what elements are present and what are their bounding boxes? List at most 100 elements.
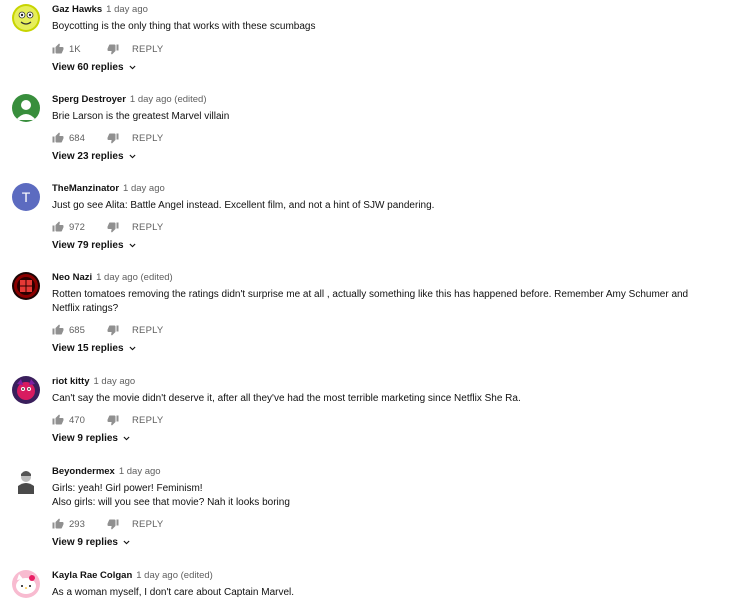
comment-header: riot kitty 1 day ago	[52, 376, 135, 388]
chevron-down-icon	[128, 344, 137, 353]
thumbs-down-icon[interactable]	[107, 132, 119, 144]
comment-time[interactable]: 1 day ago	[123, 183, 165, 194]
comment-time[interactable]: 1 day ago	[119, 466, 161, 477]
reply-button[interactable]: REPLY	[132, 133, 163, 144]
smiley-face-icon	[12, 4, 40, 32]
view-replies-label: View 15 replies	[52, 343, 124, 354]
comment-actions: 293 REPLY	[52, 517, 163, 531]
comment-thread: Neo Nazi 1 day ago (edited) Rotten tomato…	[0, 272, 736, 362]
comment-time[interactable]: 1 day ago (edited)	[136, 570, 213, 581]
view-replies-button[interactable]: View 60 replies	[52, 62, 137, 73]
comment-thread: T TheManzinator 1 day ago Just go see Ali…	[0, 183, 736, 259]
avatar[interactable]	[12, 466, 40, 494]
like-count: 685	[69, 324, 85, 336]
comment-header: Gaz Hawks 1 day ago	[52, 4, 148, 16]
view-replies-button[interactable]: View 9 replies	[52, 433, 131, 444]
comment-header: Neo Nazi 1 day ago (edited)	[52, 272, 173, 284]
thumbs-up-icon[interactable]	[52, 414, 64, 426]
reply-button[interactable]: REPLY	[132, 222, 163, 233]
comment-header: TheManzinator 1 day ago	[52, 183, 165, 195]
comment-line: Brie Larson is the greatest Marvel villa…	[52, 111, 230, 122]
comment-line: Boycotting is the only thing that works …	[52, 21, 316, 32]
avatar[interactable]	[12, 570, 40, 598]
avatar[interactable]	[12, 272, 40, 300]
like-count: 470	[69, 414, 85, 426]
thumbs-down-icon[interactable]	[107, 518, 119, 530]
comment-actions: 684 REPLY	[52, 131, 163, 145]
comment-actions: 1K REPLY	[52, 42, 163, 56]
thumbs-down-icon[interactable]	[107, 221, 119, 233]
comment-thread: Beyondermex 1 day ago Girls: yeah! Girl p…	[0, 466, 736, 556]
view-replies-button[interactable]: View 9 replies	[52, 537, 131, 548]
view-replies-button[interactable]: View 23 replies	[52, 151, 137, 162]
reply-button[interactable]: REPLY	[132, 325, 163, 336]
comment-header: Beyondermex 1 day ago	[52, 466, 161, 478]
chevron-down-icon	[128, 241, 137, 250]
cartoon-character-icon	[12, 376, 40, 404]
thumbs-down-icon[interactable]	[107, 324, 119, 336]
comment-line: Can't say the movie didn't deserve it, a…	[52, 393, 521, 404]
comment-text: Brie Larson is the greatest Marvel villa…	[52, 110, 712, 124]
author-name[interactable]: Gaz Hawks	[52, 4, 102, 15]
thumbs-up-icon[interactable]	[52, 324, 64, 336]
view-replies-label: View 9 replies	[52, 433, 118, 444]
thumbs-up-icon[interactable]	[52, 221, 64, 233]
like-count: 293	[69, 518, 85, 530]
author-name[interactable]: Kayla Rae Colgan	[52, 570, 132, 581]
reply-button[interactable]: REPLY	[132, 44, 163, 55]
comment-line: As a woman myself, I don't care about Ca…	[52, 587, 295, 598]
comment-thread: riot kitty 1 day ago Can't say the movie …	[0, 376, 736, 452]
comment-thread: Kayla Rae Colgan 1 day ago (edited) As a …	[0, 570, 736, 605]
thumbs-down-icon[interactable]	[107, 414, 119, 426]
windows-logo-icon	[12, 272, 40, 300]
author-name[interactable]: Neo Nazi	[52, 272, 92, 283]
avatar[interactable]	[12, 4, 40, 32]
thumbs-up-icon[interactable]	[52, 43, 64, 55]
reply-button[interactable]: REPLY	[132, 415, 163, 426]
comment-thread: Sperg Destroyer 1 day ago (edited) Brie L…	[0, 94, 736, 170]
comment-text: As a woman myself, I don't care about Ca…	[52, 586, 712, 600]
comment-actions: 972 REPLY	[52, 220, 163, 234]
avatar[interactable]	[12, 94, 40, 122]
comment-header: Sperg Destroyer 1 day ago (edited)	[52, 94, 207, 106]
author-name[interactable]: Sperg Destroyer	[52, 94, 126, 105]
view-replies-label: View 9 replies	[52, 537, 118, 548]
character-portrait-icon	[12, 466, 40, 494]
comment-line: Just go see Alita: Battle Angel instead.…	[52, 200, 435, 211]
chevron-down-icon	[128, 63, 137, 72]
comment-actions: 470 REPLY	[52, 413, 163, 427]
avatar[interactable]: T	[12, 183, 40, 211]
chevron-down-icon	[128, 152, 137, 161]
author-name[interactable]: TheManzinator	[52, 183, 119, 194]
thumbs-up-icon[interactable]	[52, 132, 64, 144]
comment-header: Kayla Rae Colgan 1 day ago (edited)	[52, 570, 213, 582]
avatar-letter: T	[21, 189, 31, 205]
author-name[interactable]: Beyondermex	[52, 466, 115, 477]
author-name[interactable]: riot kitty	[52, 376, 89, 387]
comment-line: Also girls: will you see that movie? Nah…	[52, 497, 290, 508]
comment-actions: 685 REPLY	[52, 323, 163, 337]
view-replies-button[interactable]: View 15 replies	[52, 343, 137, 354]
avatar[interactable]	[12, 376, 40, 404]
comment-text: Can't say the movie didn't deserve it, a…	[52, 392, 712, 406]
comment-time[interactable]: 1 day ago (edited)	[96, 272, 173, 283]
thumbs-up-icon[interactable]	[52, 518, 64, 530]
like-count: 684	[69, 132, 85, 144]
default-user-icon	[12, 94, 40, 122]
comment-text: Boycotting is the only thing that works …	[52, 20, 712, 34]
hello-kitty-icon	[12, 570, 40, 598]
like-count: 1K	[69, 43, 81, 55]
comment-text: Girls: yeah! Girl power! Feminism! Also …	[52, 482, 712, 510]
view-replies-button[interactable]: View 79 replies	[52, 240, 137, 251]
reply-button[interactable]: REPLY	[132, 519, 163, 530]
comment-thread: Gaz Hawks 1 day ago Boycotting is the onl…	[0, 4, 736, 80]
like-count: 972	[69, 221, 85, 233]
view-replies-label: View 79 replies	[52, 240, 124, 251]
comment-text: Rotten tomatoes removing the ratings did…	[52, 288, 712, 316]
comment-time[interactable]: 1 day ago (edited)	[130, 94, 207, 105]
comment-line: Rotten tomatoes removing the ratings did…	[52, 289, 689, 300]
thumbs-down-icon[interactable]	[107, 43, 119, 55]
comment-time[interactable]: 1 day ago	[93, 376, 135, 387]
comment-time[interactable]: 1 day ago	[106, 4, 148, 15]
view-replies-label: View 23 replies	[52, 151, 124, 162]
